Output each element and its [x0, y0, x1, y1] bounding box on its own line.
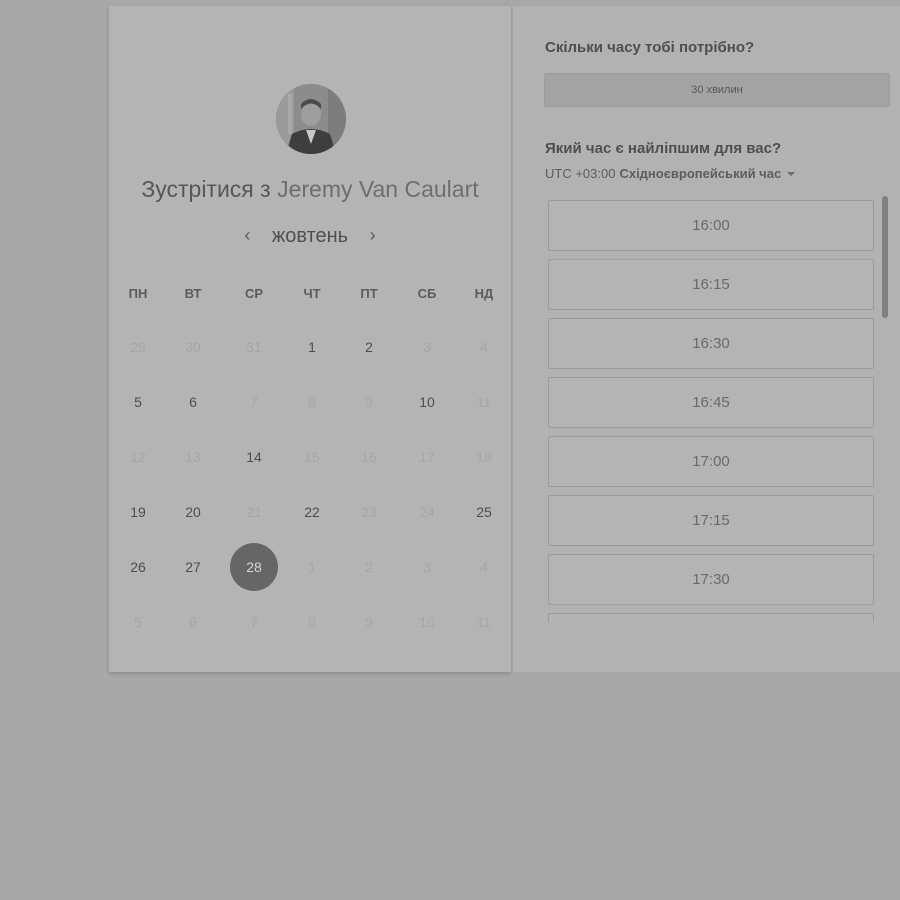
host-name: Jeremy Van Caulart [277, 176, 479, 202]
time-slot-button[interactable]: 16:15 [548, 259, 874, 310]
calendar-day-selected[interactable]: 28 [230, 543, 278, 591]
calendar-day[interactable]: 6 [169, 378, 217, 426]
calendar-day: 16 [361, 449, 377, 465]
calendar-day: 30 [185, 339, 201, 355]
chevron-left-icon[interactable]: ‹ [236, 225, 258, 246]
time-slot-button[interactable]: 16:45 [548, 377, 874, 428]
calendar-day[interactable]: 19 [114, 488, 162, 536]
time-slot-button[interactable]: 17:15 [548, 495, 874, 546]
calendar-day: 7 [250, 614, 258, 630]
weekday-label: ПТ [360, 286, 378, 301]
time-slot-button[interactable]: 17:30 [548, 554, 874, 605]
weekday-label: СБ [417, 286, 437, 301]
calendar-day: 6 [189, 614, 197, 630]
calendar-day: 8 [308, 614, 316, 630]
calendar-day[interactable]: 14 [230, 433, 278, 481]
weekday-label: ВТ [184, 286, 202, 301]
calendar-day: 5 [134, 614, 142, 630]
calendar-day: 3 [423, 559, 431, 575]
calendar-day: 9 [365, 614, 373, 630]
timezone-offset: UTC +03:00 [545, 166, 616, 181]
calendar-day[interactable]: 25 [460, 488, 508, 536]
calendar-day: 2 [365, 559, 373, 575]
calendar-day: 3 [423, 339, 431, 355]
time-slot-list: 16:00 16:15 16:30 16:45 17:00 17:15 17:30 [548, 199, 876, 622]
time-slot-button[interactable]: 17:00 [548, 436, 874, 487]
month-navigation: ‹ жовтень › [109, 225, 511, 253]
calendar-day: 21 [246, 504, 262, 520]
time-question: Який час є найліпшим для вас? [545, 140, 782, 157]
calendar-day: 4 [480, 339, 488, 355]
calendar-day: 11 [476, 614, 492, 630]
weekday-label: СР [244, 286, 264, 301]
calendar-day: 1 [308, 559, 316, 575]
weekday-label: ПН [128, 286, 148, 301]
timezone-name: Східноєвропейський час [619, 166, 782, 181]
calendar-day: 18 [476, 449, 492, 465]
timezone-selector[interactable]: UTC +03:00 Східноєвропейський час [545, 166, 796, 181]
person-photo-icon [276, 84, 346, 154]
calendar-day: 23 [361, 504, 377, 520]
calendar-day[interactable]: 1 [288, 323, 336, 371]
meet-prefix: Зустрітися з [141, 176, 271, 202]
calendar-day: 10 [419, 614, 435, 630]
calendar-day: 13 [185, 449, 201, 465]
time-picker-panel: Скільки часу тобі потрібно? 30 хвилин Як… [513, 6, 900, 672]
calendar-day[interactable]: 10 [403, 378, 451, 426]
calendar-day: 24 [419, 504, 435, 520]
calendar-day: 12 [130, 449, 146, 465]
duration-select[interactable]: 30 хвилин [544, 73, 890, 107]
calendar-day: 29 [130, 339, 146, 355]
duration-question: Скільки часу тобі потрібно? [545, 39, 755, 56]
calendar-day: 11 [476, 394, 492, 410]
weekday-label: НД [474, 286, 494, 301]
calendar-day[interactable]: 5 [114, 378, 162, 426]
calendar-day: 15 [304, 449, 320, 465]
time-slot-button[interactable] [548, 613, 874, 622]
calendar-day: 31 [246, 339, 262, 355]
caret-down-icon [787, 172, 796, 176]
calendar-day[interactable]: 20 [169, 488, 217, 536]
time-slot-button[interactable]: 16:30 [548, 318, 874, 369]
calendar-day: 8 [308, 394, 316, 410]
weekday-label: ЧТ [303, 286, 321, 301]
month-label: жовтень [271, 225, 349, 247]
calendar-day[interactable]: 2 [345, 323, 393, 371]
booking-page: Зустрітися з Jeremy Van Caulart ‹ жовтен… [0, 0, 900, 900]
host-avatar [276, 84, 346, 154]
calendar-day[interactable]: 26 [114, 543, 162, 591]
calendar-day[interactable]: 22 [288, 488, 336, 536]
weekday-header: ПН ВТ СР ЧТ ПТ СБ НД [109, 286, 511, 306]
time-slot-button[interactable]: 16:00 [548, 200, 874, 251]
calendar-day: 7 [250, 394, 258, 410]
calendar-day[interactable]: 27 [169, 543, 217, 591]
slot-list-scrollbar[interactable] [882, 196, 888, 318]
meet-title: Зустрітися з Jeremy Van Caulart [109, 176, 511, 203]
calendar-day: 9 [365, 394, 373, 410]
chevron-right-icon[interactable]: › [362, 225, 384, 246]
calendar-day: 17 [419, 449, 435, 465]
calendar-day: 4 [480, 559, 488, 575]
calendar-panel: Зустрітися з Jeremy Van Caulart ‹ жовтен… [109, 6, 511, 672]
